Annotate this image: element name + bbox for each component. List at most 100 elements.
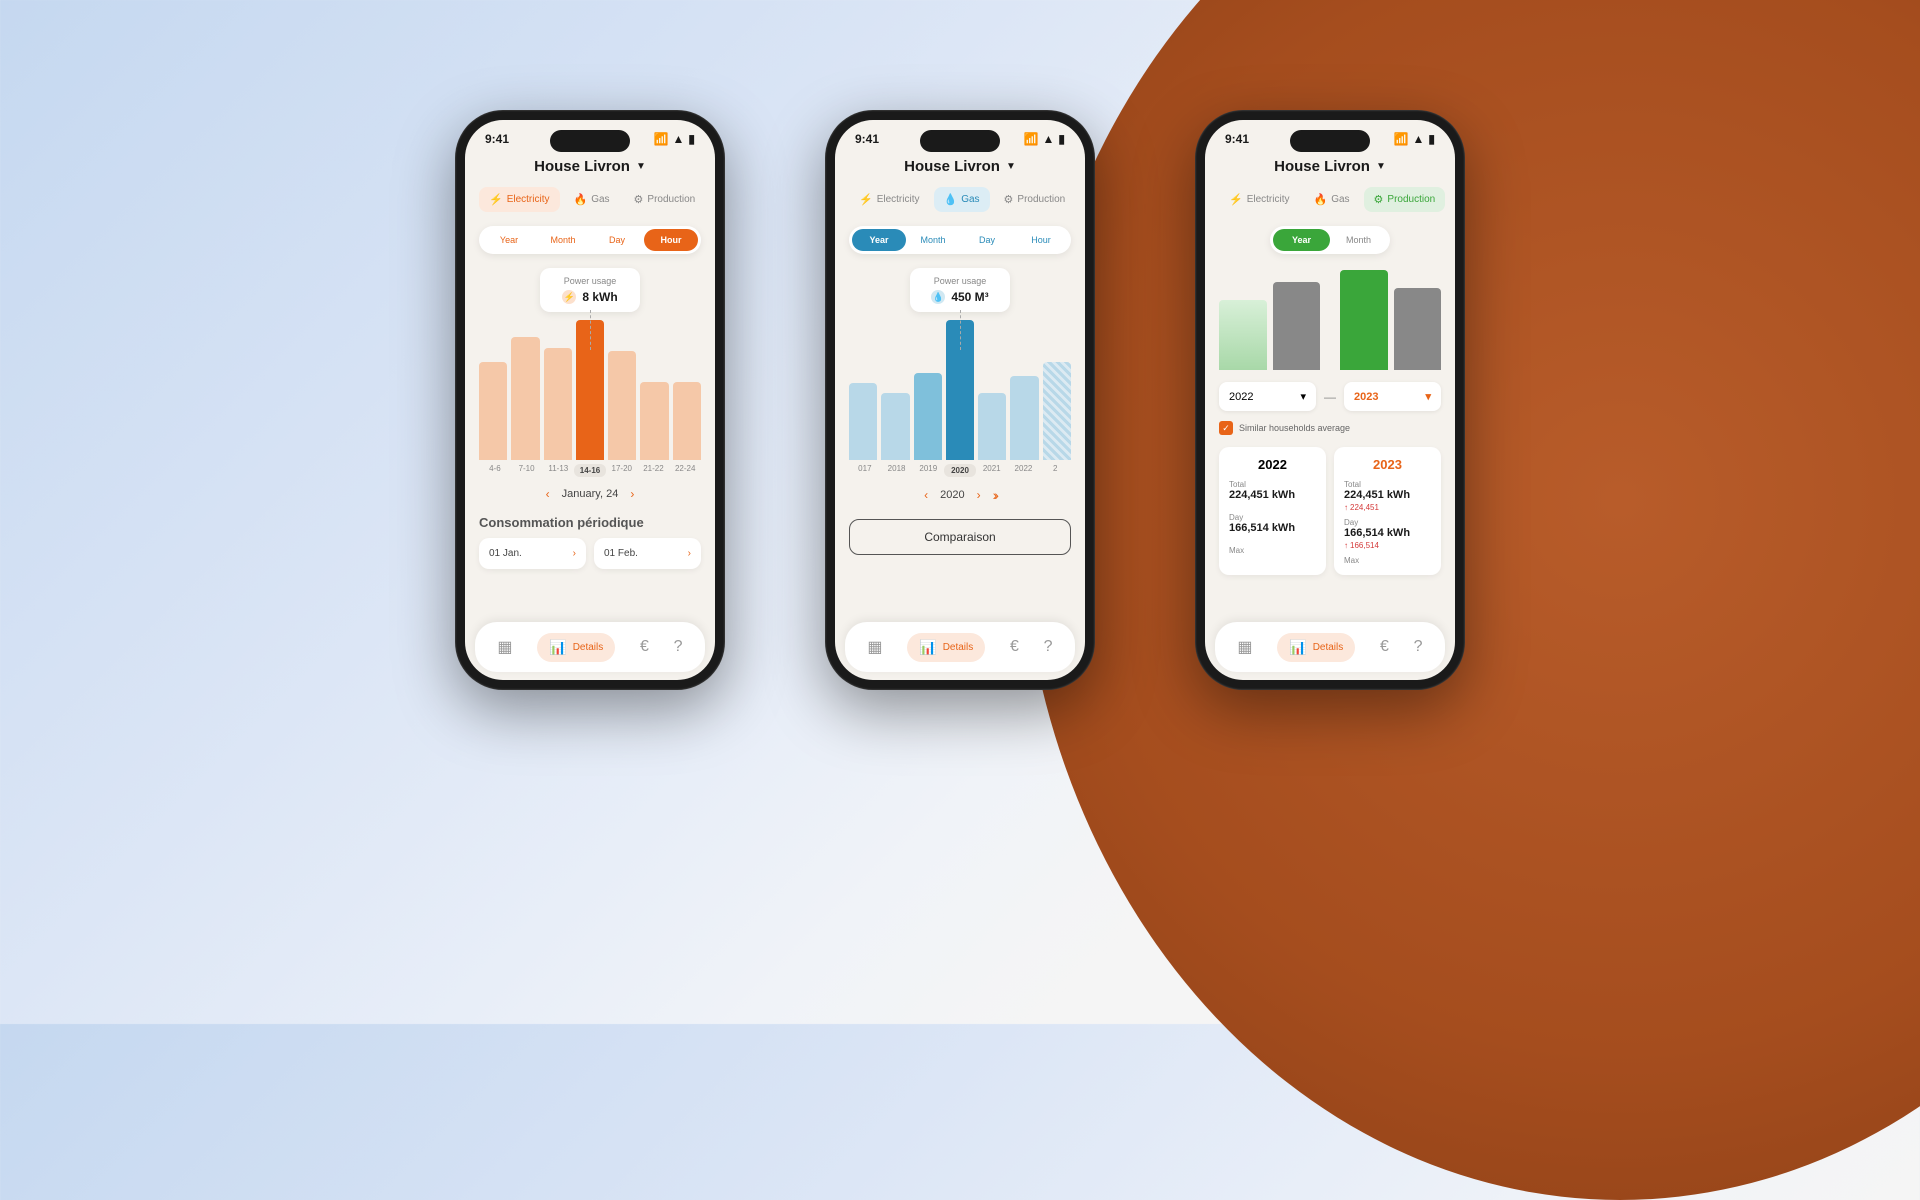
next-arrow-icon[interactable]: › — [630, 487, 634, 501]
x-label: 17-20 — [606, 464, 638, 477]
nav-details[interactable]: 📊 Details — [537, 633, 615, 662]
period-day[interactable]: Day — [590, 229, 644, 251]
phone-notch — [1290, 130, 1370, 152]
location-title: House Livron — [1274, 158, 1370, 175]
phone-notch — [550, 130, 630, 152]
year-select-to[interactable]: 2023 ▾ — [1344, 382, 1441, 411]
range-separator: — — [1324, 390, 1336, 404]
battery-icon: ▮ — [1428, 132, 1435, 146]
chart-bar[interactable] — [673, 382, 701, 460]
tab-production[interactable]: ⚙ Production — [624, 187, 706, 212]
period-month[interactable]: Month — [906, 229, 960, 251]
chart-bar-avg[interactable] — [1394, 288, 1442, 370]
chart-bar[interactable] — [978, 393, 1006, 460]
period-year[interactable]: Year — [482, 229, 536, 251]
tab-label: Gas — [1331, 194, 1349, 205]
tab-electricity[interactable]: ⚡ Electricity — [479, 187, 560, 212]
nav-grid-icon[interactable]: ▦ — [867, 637, 882, 657]
chevron-down-icon: ▼ — [1376, 161, 1386, 172]
tooltip-label: Power usage — [918, 276, 1002, 286]
tab-gas[interactable]: 💧 Gas — [934, 187, 990, 212]
period-card[interactable]: 01 Jan. › — [479, 538, 586, 569]
chart-bar[interactable] — [511, 337, 539, 460]
chart-bar-avg[interactable] — [1273, 282, 1321, 370]
nav-help-icon[interactable]: ? — [1044, 638, 1053, 656]
wifi-icon: ▲ — [673, 132, 685, 146]
pager-label: January, 24 — [562, 488, 619, 500]
x-label: 11-13 — [542, 464, 574, 477]
tab-gas[interactable]: 🔥 Gas — [564, 187, 620, 212]
chart-bar[interactable] — [914, 373, 942, 460]
period-month[interactable]: Month — [536, 229, 590, 251]
arrow-right-icon: › — [688, 548, 691, 559]
chart-bar[interactable] — [881, 393, 909, 460]
bar-chart[interactable] — [849, 320, 1071, 460]
nav-help-icon[interactable]: ? — [674, 638, 683, 656]
period-card-date: 01 Feb. — [604, 548, 638, 559]
nav-euro-icon[interactable]: € — [1380, 638, 1389, 656]
period-hour[interactable]: Hour — [644, 229, 698, 251]
period-hour[interactable]: Hour — [1014, 229, 1068, 251]
nav-grid-icon[interactable]: ▦ — [497, 637, 512, 657]
nav-details[interactable]: 📊 Details — [1277, 633, 1355, 662]
battery-icon: ▮ — [688, 132, 695, 146]
wifi-icon: ▲ — [1043, 132, 1055, 146]
chevron-down-icon: ▾ — [1300, 390, 1306, 403]
chart-bar[interactable] — [608, 351, 636, 460]
location-dropdown[interactable]: House Livron ▼ — [835, 150, 1085, 187]
pager-label: 2020 — [940, 489, 964, 501]
prev-arrow-icon[interactable]: ‹ — [924, 488, 928, 502]
stat-label: Day — [1229, 513, 1316, 522]
bar-chart[interactable] — [479, 320, 701, 460]
signal-icon: 📶 — [1394, 132, 1409, 146]
next-arrow-icon[interactable]: › — [977, 488, 981, 502]
tab-production[interactable]: ⚙ Production — [994, 187, 1076, 212]
prev-arrow-icon[interactable]: ‹ — [546, 487, 550, 501]
wifi-icon: ▲ — [1413, 132, 1425, 146]
chart-bar[interactable] — [544, 348, 572, 460]
bolt-icon: ⚡ — [859, 193, 873, 206]
nav-details[interactable]: 📊 Details — [907, 633, 985, 662]
location-dropdown[interactable]: House Livron ▼ — [1205, 150, 1455, 187]
chart-tooltip: Power usage ⚡ 8 kWh — [540, 268, 640, 312]
period-day[interactable]: Day — [960, 229, 1014, 251]
chart-bar[interactable] — [640, 382, 668, 460]
year-select-from[interactable]: 2022 ▾ — [1219, 382, 1316, 411]
tab-electricity[interactable]: ⚡ Electricity — [849, 187, 930, 212]
chart-bar-projected[interactable] — [1043, 362, 1071, 460]
nav-euro-icon[interactable]: € — [640, 638, 649, 656]
tab-gas[interactable]: 🔥 Gas — [1304, 187, 1360, 212]
nav-help-icon[interactable]: ? — [1414, 638, 1423, 656]
chart-bar[interactable] — [1340, 270, 1388, 370]
tab-label: Gas — [961, 194, 979, 205]
stat-value: 224,451 kWh — [1344, 489, 1431, 501]
tab-production[interactable]: ⚙ Production — [1364, 187, 1446, 212]
chevron-down-icon: ▼ — [636, 161, 646, 172]
fast-forward-icon[interactable]: ›› — [993, 487, 996, 503]
nav-euro-icon[interactable]: € — [1010, 638, 1019, 656]
chart-bar[interactable] — [479, 362, 507, 460]
period-year[interactable]: Year — [852, 229, 906, 251]
nav-grid-icon[interactable]: ▦ — [1237, 637, 1252, 657]
chart-bar[interactable] — [849, 383, 877, 460]
checkbox-label: Similar households average — [1239, 423, 1350, 433]
chart-bar[interactable] — [1219, 300, 1267, 370]
phone-production: 9:41 📶 ▲ ▮ House Livron ▼ ⚡ Electricity … — [1195, 110, 1465, 690]
period-card[interactable]: 01 Feb. › — [594, 538, 701, 569]
stat-label: Day — [1344, 518, 1431, 527]
period-year[interactable]: Year — [1273, 229, 1330, 251]
bottom-nav: ▦ 📊 Details € ? — [1215, 622, 1445, 672]
similar-households-checkbox[interactable]: ✓ Similar households average — [1219, 421, 1441, 435]
chevron-down-icon: ▾ — [1425, 390, 1431, 403]
tab-electricity[interactable]: ⚡ Electricity — [1219, 187, 1300, 212]
tab-label: Electricity — [507, 194, 550, 205]
period-month[interactable]: Month — [1330, 229, 1387, 251]
tooltip-value: 450 M³ — [951, 290, 988, 304]
location-title: House Livron — [534, 158, 630, 175]
section-title: Consommation périodique — [479, 515, 701, 530]
compare-button[interactable]: Comparaison — [849, 519, 1071, 555]
chart-bar[interactable] — [1010, 376, 1038, 460]
phone-gas: 9:41 📶 ▲ ▮ House Livron ▼ ⚡ Electricity … — [825, 110, 1095, 690]
location-dropdown[interactable]: House Livron ▼ — [465, 150, 715, 187]
tab-label: Production — [1017, 194, 1065, 205]
